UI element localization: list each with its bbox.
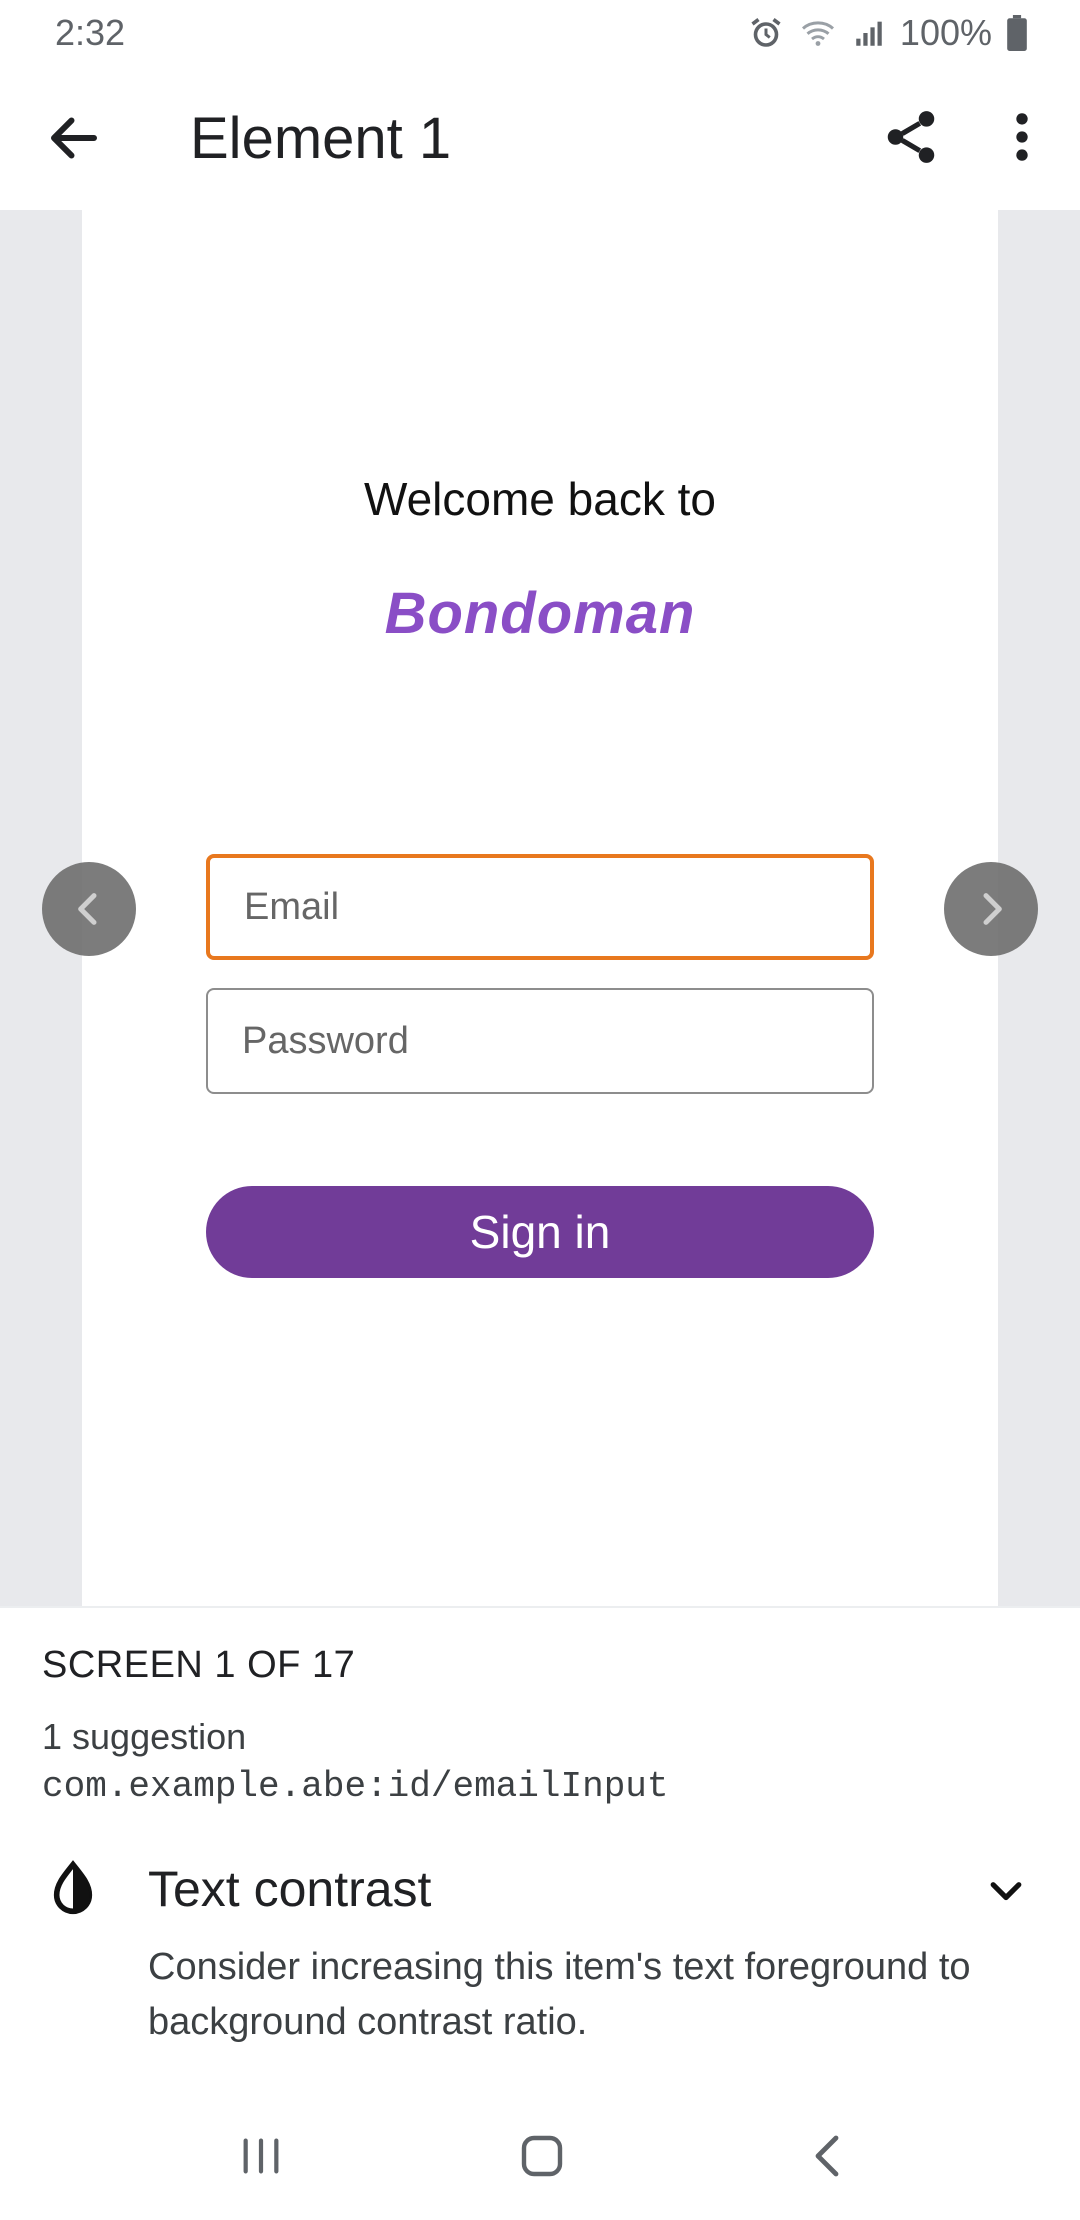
chevron-down-icon[interactable] [984,1870,1028,1914]
screenshot-viewer: Welcome back to Bondoman Email Password … [0,210,1080,1606]
chevron-left-icon [78,893,97,925]
brand-logo: Bondoman [384,581,696,646]
suggestion-count: 1 suggestion [42,1716,247,1757]
status-icons: 100% [748,12,1028,54]
share-icon[interactable] [880,106,942,168]
password-field[interactable]: Password [206,988,874,1094]
status-bar: 2:32 100% [0,0,1080,66]
back-icon[interactable] [808,2132,848,2180]
screen-counter: SCREEN 1 OF 17 [42,1644,356,1686]
signal-icon [856,21,882,46]
results-panel: SCREEN 1 OF 17 1 suggestion com.example.… [0,1606,1080,2090]
system-nav-bar [0,2090,1080,2220]
battery-icon [1007,15,1027,51]
previous-screen-button[interactable] [42,862,136,956]
welcome-text: Welcome back to [364,473,716,525]
wifi-icon [801,21,834,46]
page-title: Element 1 [190,106,452,171]
chevron-right-icon [983,893,1002,925]
alarm-icon [751,18,781,47]
status-time: 2:32 [55,12,126,53]
email-field[interactable]: Email [206,854,874,960]
battery-percent: 100% [899,12,992,53]
app-bar: Element 1 [0,66,1080,210]
more-vert-icon[interactable] [1000,106,1044,168]
issue-description: Consider increasing this item's text for… [148,1946,971,2043]
back-arrow-icon[interactable] [44,108,104,168]
recent-apps-icon[interactable] [238,2136,284,2176]
element-id: com.example.abe:id/emailInput [42,1766,669,1807]
issue-title[interactable]: Text contrast [148,1860,431,1918]
home-icon[interactable] [518,2132,566,2180]
app-screenshot: Welcome back to Bondoman Email Password … [82,210,998,1606]
sign-in-button[interactable]: Sign in [206,1186,874,1278]
next-screen-button[interactable] [944,862,1038,956]
contrast-icon [53,1860,93,1915]
